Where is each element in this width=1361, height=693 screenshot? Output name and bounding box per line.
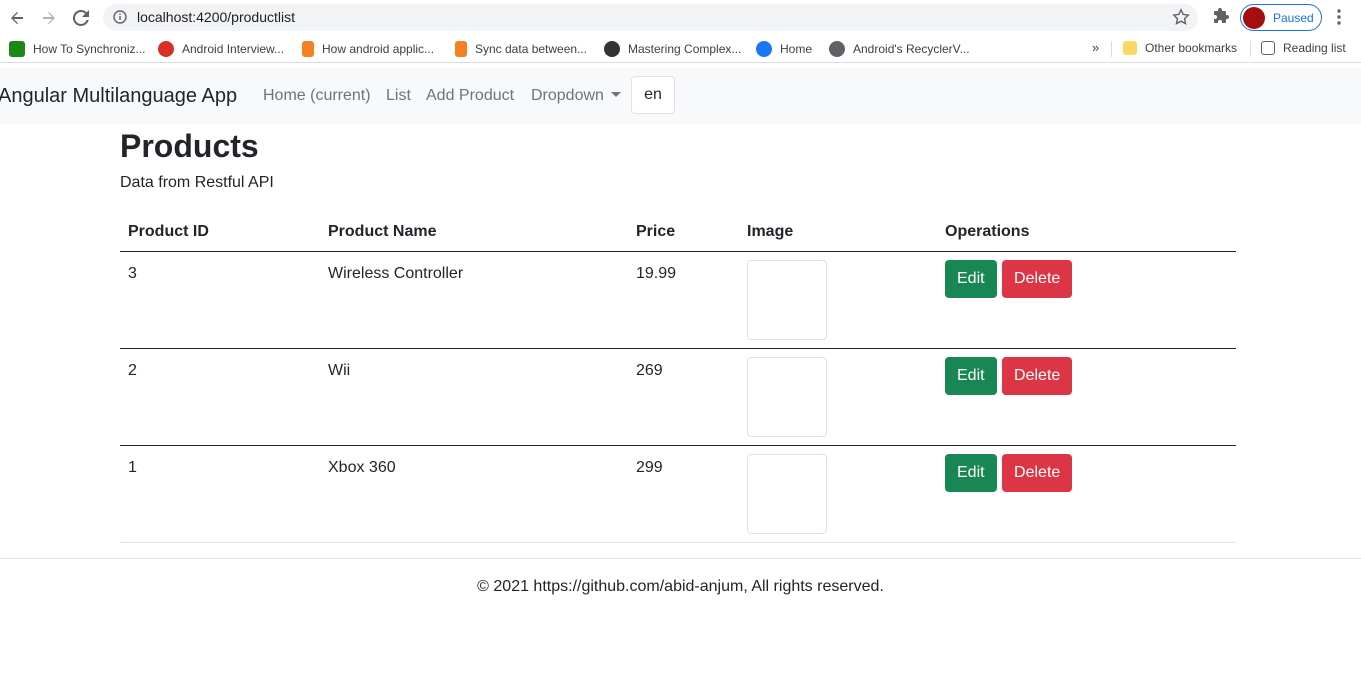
table-header-row: Product ID Product Name Price Image Oper… — [120, 214, 1236, 252]
cell-product-id: 2 — [120, 348, 320, 446]
cell-product-name: Wii — [320, 348, 628, 446]
globe-icon — [829, 41, 845, 57]
table-row: 3 Wireless Controller 19.99 Edit Delete — [120, 251, 1236, 349]
product-image — [747, 259, 827, 340]
bookmark-label: How android applic... — [322, 42, 435, 56]
edit-button[interactable]: Edit — [945, 356, 997, 395]
bookmark-item[interactable]: Sync data between... — [455, 41, 587, 57]
browser-toolbar: localhost:4200/productlist Paused — [0, 0, 1361, 35]
bookmark-item[interactable]: Android's RecyclerV... — [829, 41, 970, 57]
reading-list-icon — [1261, 41, 1275, 55]
forward-arrow-icon[interactable] — [37, 6, 61, 30]
medium-icon — [9, 41, 25, 57]
column-header-product-id: Product ID — [120, 214, 320, 252]
delete-button[interactable]: Delete — [1002, 356, 1073, 395]
bookmark-star-icon[interactable] — [1172, 8, 1190, 31]
nav-link-list[interactable]: List — [386, 87, 411, 105]
cell-operations: Edit Delete — [937, 348, 1236, 446]
other-bookmarks-folder[interactable]: Other bookmarks — [1123, 41, 1237, 55]
other-bookmarks-label: Other bookmarks — [1145, 41, 1238, 55]
address-bar[interactable]: localhost:4200/productlist — [103, 4, 1198, 31]
bookmark-item[interactable]: How android applic... — [302, 41, 434, 57]
back-arrow-icon[interactable] — [5, 6, 29, 30]
navbar-brand[interactable]: Angular Multilanguage App — [0, 85, 237, 108]
language-value: en — [644, 86, 662, 103]
column-header-image: Image — [739, 214, 937, 252]
kebab-menu-icon[interactable] — [1333, 8, 1345, 31]
app-navbar: Angular Multilanguage App Home (current)… — [0, 68, 1361, 124]
stackoverflow-icon — [302, 41, 314, 57]
table-row: 2 Wii 269 Edit Delete — [120, 348, 1236, 446]
reading-list-button[interactable]: Reading list — [1261, 41, 1346, 55]
facebook-icon — [756, 41, 772, 57]
more-bookmarks-chevron-icon[interactable]: » — [1092, 40, 1099, 55]
nav-link-add-product[interactable]: Add Product — [426, 87, 514, 105]
bookmark-item[interactable]: Android Interview... — [158, 41, 284, 57]
nav-link-home[interactable]: Home (current) — [263, 87, 371, 105]
cell-price: 19.99 — [628, 251, 739, 349]
page-title: Products — [120, 128, 259, 164]
dark-circle-icon — [604, 41, 620, 57]
cell-operations: Edit Delete — [937, 251, 1236, 349]
bookmark-item[interactable]: Home — [756, 41, 812, 57]
folder-icon — [1123, 41, 1137, 55]
product-image — [747, 453, 827, 534]
column-header-price: Price — [628, 214, 739, 252]
bookmark-label: Mastering Complex... — [628, 42, 742, 56]
cell-image — [739, 348, 937, 446]
cell-product-name: Xbox 360 — [320, 445, 628, 543]
footer-divider — [0, 558, 1361, 559]
reload-icon[interactable] — [69, 6, 93, 30]
nav-dropdown-toggle[interactable]: Dropdown — [531, 87, 621, 105]
bookmark-item[interactable]: Mastering Complex... — [604, 41, 741, 57]
cell-image — [739, 445, 937, 543]
column-header-operations: Operations — [937, 214, 1236, 252]
bookmark-label: How To Synchroniz... — [33, 42, 146, 56]
profile-status: Paused — [1273, 10, 1314, 25]
red-logo-icon — [158, 41, 174, 57]
caret-down-icon — [610, 92, 621, 97]
url-text[interactable]: localhost:4200/productlist — [137, 9, 295, 25]
cell-price: 299 — [628, 445, 739, 543]
divider — [1111, 41, 1112, 57]
avatar — [1243, 6, 1265, 29]
column-header-product-name: Product Name — [320, 214, 628, 252]
page-subtitle: Data from Restful API — [120, 174, 274, 191]
cell-price: 269 — [628, 348, 739, 446]
edit-button[interactable]: Edit — [945, 453, 997, 492]
info-icon[interactable] — [113, 10, 127, 29]
cell-image — [739, 251, 937, 349]
footer-text: © 2021 https://github.com/abid-anjum, Al… — [477, 578, 884, 595]
language-select[interactable]: en — [631, 76, 675, 114]
bookmark-label: Android's RecyclerV... — [853, 42, 970, 56]
cell-product-name: Wireless Controller — [320, 251, 628, 349]
products-table: Product ID Product Name Price Image Oper… — [120, 214, 1236, 543]
extensions-puzzle-icon[interactable] — [1212, 7, 1230, 30]
cell-product-id: 3 — [120, 251, 320, 349]
delete-button[interactable]: Delete — [1002, 259, 1073, 298]
profile-button[interactable]: Paused — [1240, 4, 1322, 31]
bookmark-item[interactable]: How To Synchroniz... — [9, 41, 146, 57]
bookmark-label: Home — [780, 42, 813, 56]
bookmark-label: Android Interview... — [182, 42, 285, 56]
cell-operations: Edit Delete — [937, 445, 1236, 543]
bookmarks-bar: How To Synchroniz... Android Interview..… — [0, 35, 1361, 63]
reading-list-label: Reading list — [1283, 41, 1346, 55]
edit-button[interactable]: Edit — [945, 259, 997, 298]
nav-dropdown-label: Dropdown — [531, 87, 604, 104]
divider — [1250, 41, 1251, 57]
bookmark-label: Sync data between... — [475, 42, 588, 56]
table-row: 1 Xbox 360 299 Edit Delete — [120, 445, 1236, 543]
cell-product-id: 1 — [120, 445, 320, 543]
delete-button[interactable]: Delete — [1002, 453, 1073, 492]
product-image — [747, 356, 827, 437]
stackoverflow-icon — [455, 41, 467, 57]
